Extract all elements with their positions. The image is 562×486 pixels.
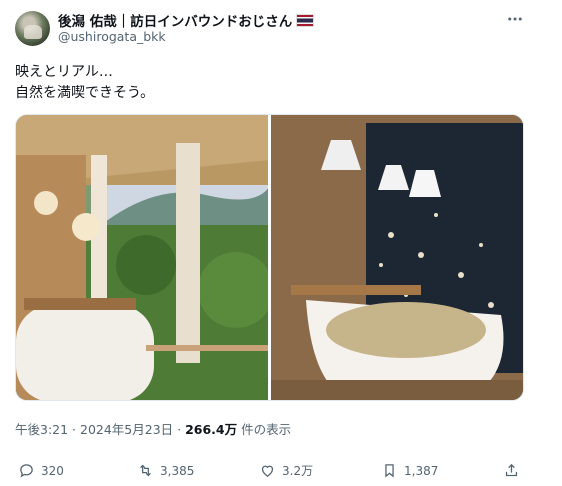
reply-icon [20, 464, 33, 478]
repost-count: 3,385 [160, 463, 195, 478]
post-line-1: 映えとリアル… [15, 64, 113, 80]
post-time[interactable]: 午後3:21 [15, 422, 68, 437]
post-text: 映えとリアル… 自然を満喫できそう。 [15, 62, 154, 104]
post-date[interactable]: 2024年5月23日 [80, 422, 173, 437]
post-line-2: 自然を満喫できそう。 [15, 85, 155, 101]
author-name[interactable]: 後潟 佑哉｜訪日インバウンドおじさん [58, 10, 292, 30]
views-label: 件の表示 [237, 422, 292, 437]
avatar[interactable] [15, 11, 50, 46]
reply-count: 320 [41, 463, 64, 478]
views-count: 266.4万 [185, 422, 238, 437]
like-count: 3.2万 [282, 464, 314, 478]
heart-icon [261, 465, 274, 477]
author-handle[interactable]: @ushirogata_bkk [58, 29, 166, 44]
bookmark-button[interactable]: 1,387 [381, 462, 438, 479]
media-grid [15, 114, 524, 401]
thailand-flag-icon [296, 13, 315, 27]
share-icon [505, 463, 518, 477]
share-button[interactable] [503, 462, 520, 479]
reply-button[interactable]: 320 [18, 462, 64, 479]
meta-separator: · [173, 422, 186, 437]
author-row: 後潟 佑哉｜訪日インバウンドおじさん [58, 10, 315, 30]
repost-button[interactable]: 3,385 [137, 462, 194, 479]
meta-separator: · [68, 422, 80, 437]
photo-balcony-bathtub[interactable] [16, 115, 268, 400]
photo-indoor-bathtub[interactable] [271, 115, 523, 400]
bookmark-count: 1,387 [404, 463, 439, 478]
bookmark-icon [385, 464, 394, 478]
more-icon[interactable] [506, 10, 524, 33]
post-meta: 午後3:21 · 2024年5月23日 · 266.4万 件の表示 [15, 419, 291, 438]
like-button[interactable]: 3.2万 [259, 462, 313, 479]
repost-icon [140, 464, 151, 477]
